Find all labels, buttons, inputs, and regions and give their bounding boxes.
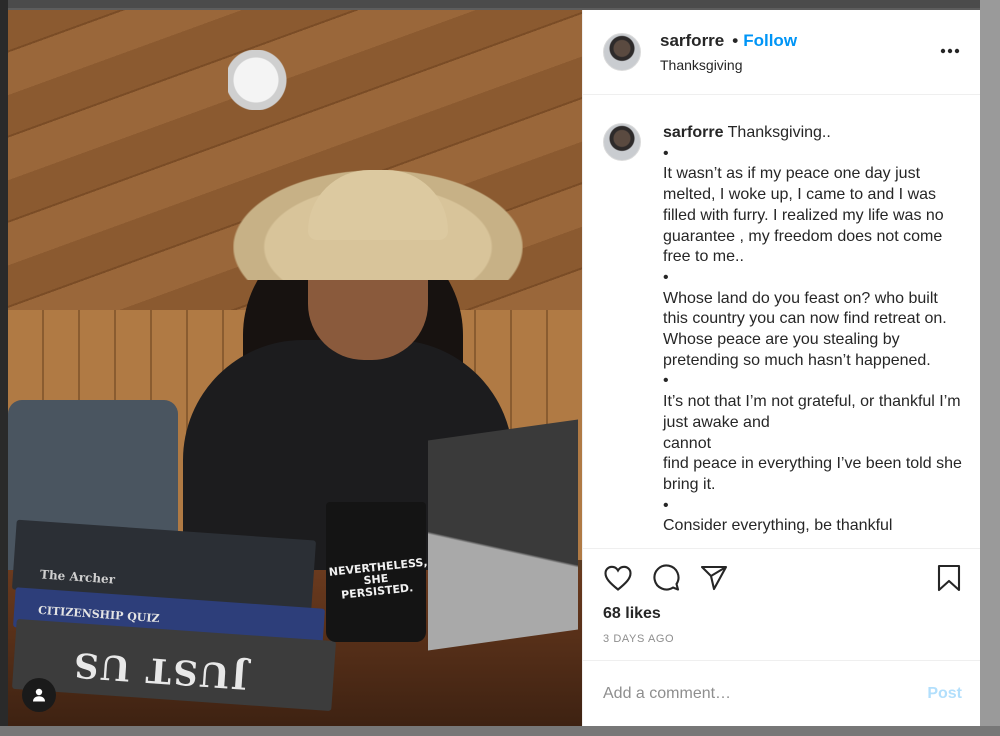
header-text: sarforre • Follow Thanksgiving: [660, 31, 797, 73]
photo-lamp: [228, 50, 298, 110]
post-side-panel: sarforre • Follow Thanksgiving sarforre …: [582, 10, 980, 726]
caption: sarforre Thanksgiving.. • It wasn’t as i…: [663, 123, 966, 548]
avatar[interactable]: [603, 33, 641, 71]
save-button[interactable]: [934, 563, 964, 593]
actions-section: 68 likes 3 DAYS AGO: [583, 548, 980, 660]
more-options-button[interactable]: [940, 42, 960, 54]
comment-button[interactable]: [651, 563, 681, 593]
caption-scroll-area[interactable]: sarforre Thanksgiving.. • It wasn’t as i…: [583, 95, 980, 548]
bookmark-icon: [937, 564, 961, 592]
location-link[interactable]: Thanksgiving: [660, 57, 797, 73]
post-header: sarforre • Follow Thanksgiving: [583, 10, 980, 95]
post-comment-button[interactable]: Post: [927, 685, 962, 703]
caption-avatar[interactable]: [603, 123, 641, 161]
user-icon: [33, 688, 45, 702]
post-photo[interactable]: The Archer CITIZENSHIP QUIZ JUST US NEVE…: [8, 10, 582, 726]
comment-bubble-icon: [653, 564, 680, 591]
like-button[interactable]: [603, 563, 633, 593]
share-button[interactable]: [699, 563, 729, 593]
username-link[interactable]: sarforre: [660, 31, 724, 51]
caption-username[interactable]: sarforre: [663, 124, 723, 141]
background-thumbnail-strip: [980, 0, 1000, 736]
tagged-user-button[interactable]: [22, 678, 56, 712]
comment-form: Post: [583, 660, 980, 726]
caption-body: Thanksgiving.. • It wasn’t as if my peac…: [663, 124, 962, 535]
comment-input[interactable]: [603, 684, 928, 703]
heart-icon: [604, 565, 632, 591]
separator-dot: •: [732, 31, 739, 50]
more-horizontal-icon: [940, 48, 960, 54]
photo-laptop: [428, 419, 578, 651]
post-timestamp[interactable]: 3 DAYS AGO: [603, 633, 964, 645]
action-icons: [603, 563, 964, 593]
likes-count[interactable]: 68 likes: [603, 605, 964, 623]
follow-button[interactable]: Follow: [743, 31, 797, 51]
post-modal: The Archer CITIZENSHIP QUIZ JUST US NEVE…: [8, 10, 980, 726]
send-icon: [700, 565, 728, 591]
background-bottom-strip: [0, 726, 1000, 736]
